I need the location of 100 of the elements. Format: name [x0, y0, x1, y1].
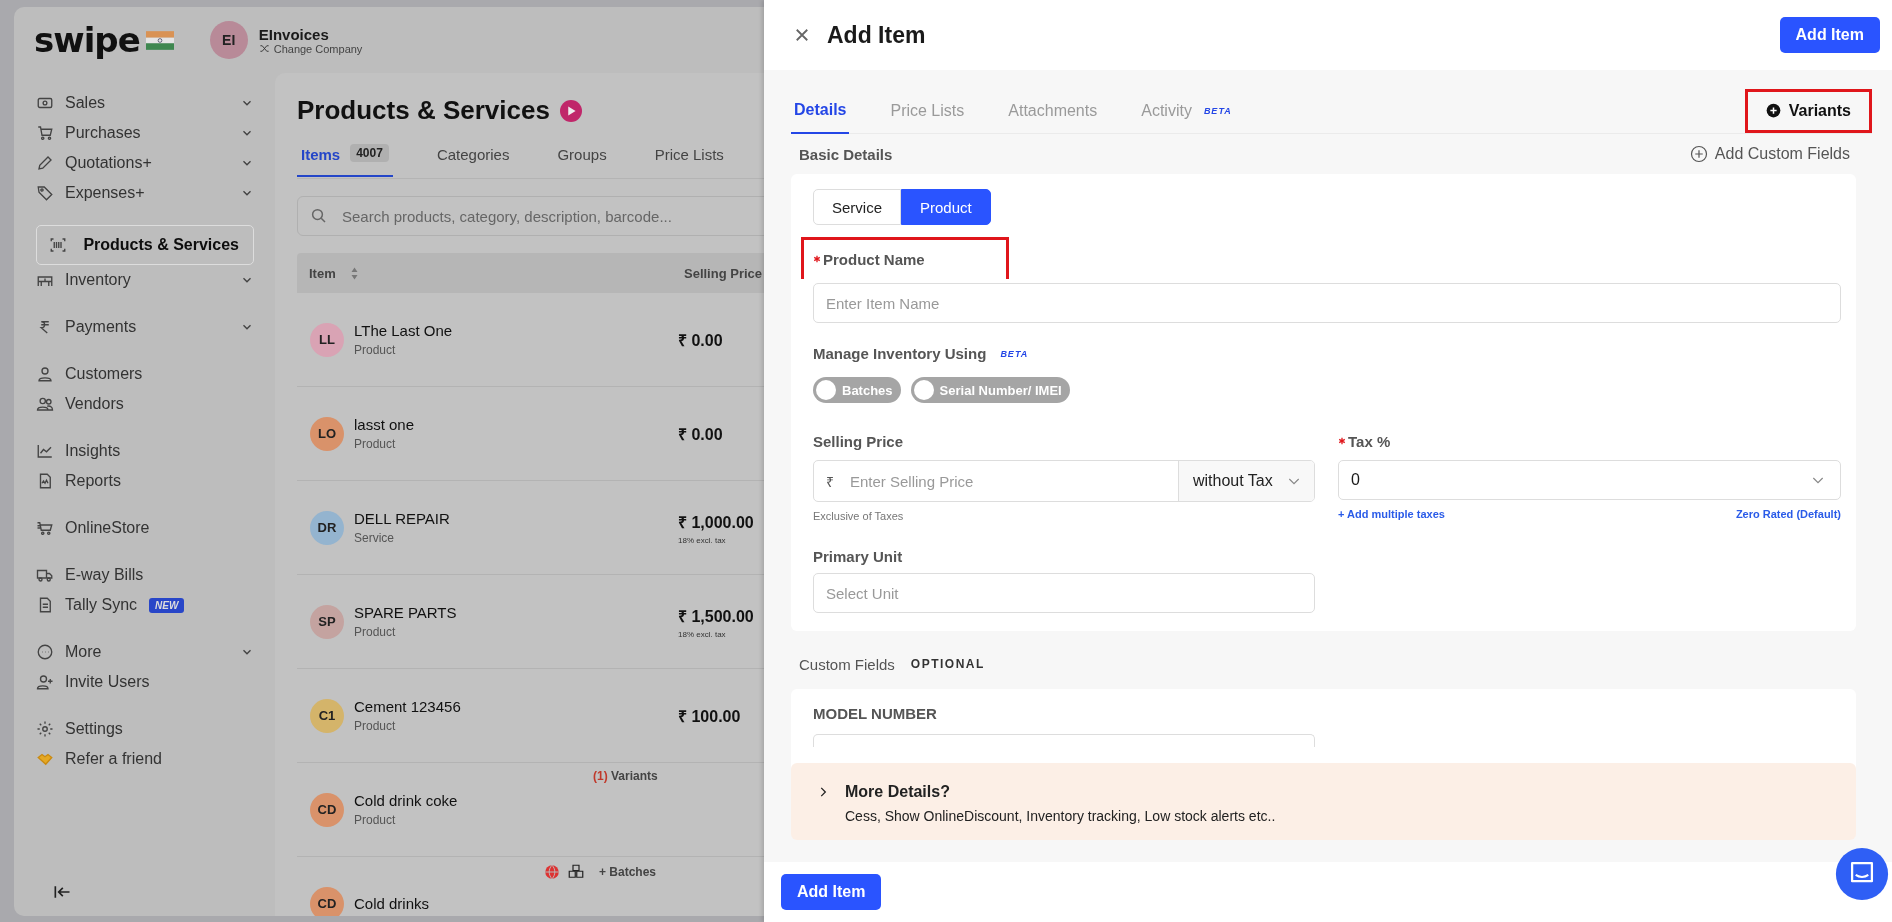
tax-note: 18% excl. tax [678, 535, 727, 545]
flag-icon [145, 30, 174, 50]
play-icon[interactable] [559, 99, 582, 122]
drawer-title: Add Item [827, 21, 926, 49]
item-name[interactable]: Cold drinks [354, 895, 678, 912]
item-avatar: CD [310, 792, 344, 827]
field-label: Manage Inventory Using [813, 345, 987, 362]
sidebar-item[interactable]: Tally Sync NEW [36, 590, 254, 620]
tax-select[interactable]: 0 [1338, 460, 1841, 500]
tax-mode-select[interactable]: without Tax [1178, 461, 1314, 501]
item-price: ₹ 100.00 [678, 706, 741, 727]
item-type: Product [354, 437, 397, 451]
sidebar-item[interactable]: Quotations+ [36, 148, 254, 178]
add-batches-link[interactable]: + Batches [599, 865, 657, 879]
type-option[interactable]: Product [901, 189, 991, 225]
store-cart-icon [36, 519, 54, 537]
item-price: ₹ 0.00 [678, 330, 723, 351]
close-icon[interactable] [793, 26, 811, 44]
selling-price-box[interactable]: ₹ Enter Selling Price without Tax [813, 460, 1315, 502]
sidebar-item[interactable]: Insights [36, 436, 254, 466]
tax-rate-note[interactable]: Zero Rated (Default) [1735, 508, 1841, 520]
chart-icon [36, 442, 54, 460]
currency-symbol: ₹ [826, 472, 834, 491]
sidebar-item[interactable]: More [36, 637, 254, 667]
item-avatar: DR [310, 510, 344, 545]
column-header[interactable]: Item [309, 265, 336, 281]
dots-circle-icon [36, 643, 54, 661]
chat-icon[interactable] [1835, 847, 1889, 901]
item-avatar: LO [310, 416, 344, 451]
type-option[interactable]: Service [813, 189, 902, 225]
tab[interactable]: Items 4007 [297, 144, 393, 177]
item-type: Service [354, 531, 395, 545]
item-price: ₹ 0.00 [678, 424, 723, 445]
sidebar-item[interactable]: Purchases [36, 118, 254, 148]
sidebar-item[interactable]: Payments [36, 312, 254, 342]
item-name[interactable]: Cement 123456 [354, 698, 678, 715]
item-type: Product [354, 813, 397, 827]
sidebar-item[interactable]: Sales [36, 88, 254, 118]
primary-unit-field[interactable]: Select Unit [813, 573, 1315, 613]
item-avatar: CD [310, 886, 344, 916]
tab[interactable]: Details [791, 88, 850, 134]
page-title: Products & Services [297, 95, 550, 126]
section-title: Basic Details [799, 145, 893, 163]
field-label: MODEL NUMBER [813, 705, 938, 722]
boxes-icon [567, 863, 585, 881]
globe-icon [543, 863, 561, 881]
beta-label: BETA [1000, 348, 1029, 359]
sidebar-item[interactable]: Products & Services [36, 225, 254, 265]
tab[interactable]: Groups [553, 144, 611, 174]
plus-circle-icon [1765, 103, 1781, 118]
section-title: Custom Fields [799, 655, 895, 673]
field-label: Primary Unit [813, 548, 904, 565]
item-price: ₹ 1,500.00 [678, 606, 754, 627]
item-name[interactable]: lasst one [354, 416, 678, 433]
sidebar-item[interactable]: Inventory [36, 265, 254, 295]
sidebar-item[interactable]: Refer a friend [36, 744, 254, 774]
model-number-field[interactable] [813, 734, 1315, 747]
item-name[interactable]: DELL REPAIR [354, 510, 678, 527]
column-header[interactable]: Selling Price [684, 265, 764, 281]
gear-icon [36, 720, 54, 738]
field-hint: Exclusive of Taxes [813, 510, 905, 522]
variants-label[interactable]: (1) Variants [593, 769, 658, 783]
logo[interactable]: swipe [34, 20, 140, 60]
people-icon [36, 395, 54, 413]
sidebar-item[interactable]: Reports [36, 466, 254, 496]
item-price: ₹ 1,000.00 [678, 512, 754, 533]
company-avatar[interactable]: EI [209, 21, 248, 59]
tab[interactable]: Activity BETA [1138, 88, 1235, 133]
plus-circle-icon [1689, 145, 1708, 163]
item-name[interactable]: SPARE PARTS [354, 604, 678, 621]
item-avatar: C1 [310, 698, 344, 733]
tax-note: 18% excl. tax [678, 629, 727, 639]
pencil-icon [36, 154, 54, 172]
sidebar-item[interactable]: Invite Users [36, 667, 254, 697]
add-item-button[interactable]: Add Item [781, 874, 882, 910]
item-name[interactable]: LThe Last One [354, 322, 678, 339]
add-user-icon [36, 673, 54, 691]
change-company-link[interactable]: Change Company [258, 42, 363, 55]
field-label: Selling Price [813, 433, 905, 450]
sidebar-item[interactable]: OnlineStore [36, 513, 254, 543]
add-custom-fields-link[interactable]: Add Custom Fields [1689, 145, 1850, 163]
item-type: Product [354, 719, 397, 733]
sidebar-item[interactable]: Customers [36, 359, 254, 389]
sidebar-item[interactable]: E-way Bills [36, 560, 254, 590]
optional-label: OPTIONAL [910, 657, 985, 671]
item-name[interactable]: Cold drink coke [354, 792, 678, 809]
add-item-button[interactable]: Add Item [1779, 17, 1880, 53]
field-label: Product Name [813, 251, 925, 268]
count-badge: 4007 [350, 144, 389, 162]
sidebar-item[interactable]: Vendors [36, 389, 254, 419]
variants-button[interactable]: Variants [1744, 88, 1872, 133]
tab[interactable]: Price Lists [650, 144, 728, 174]
more-details-panel[interactable]: More Details? Cess, Show OnlineDiscount, Inventory tracking, Low stock alerts etc.. [791, 763, 1856, 840]
tab[interactable]: Categories [432, 144, 514, 174]
product-name-field[interactable]: Enter Item Name [813, 283, 1841, 323]
sidebar-item[interactable]: Settings [36, 714, 254, 744]
sidebar-item[interactable]: Expenses+ [36, 178, 254, 208]
item-avatar: SP [310, 604, 344, 639]
add-taxes-link[interactable]: + Add multiple taxes [1338, 508, 1445, 520]
barcode-icon [49, 236, 67, 254]
